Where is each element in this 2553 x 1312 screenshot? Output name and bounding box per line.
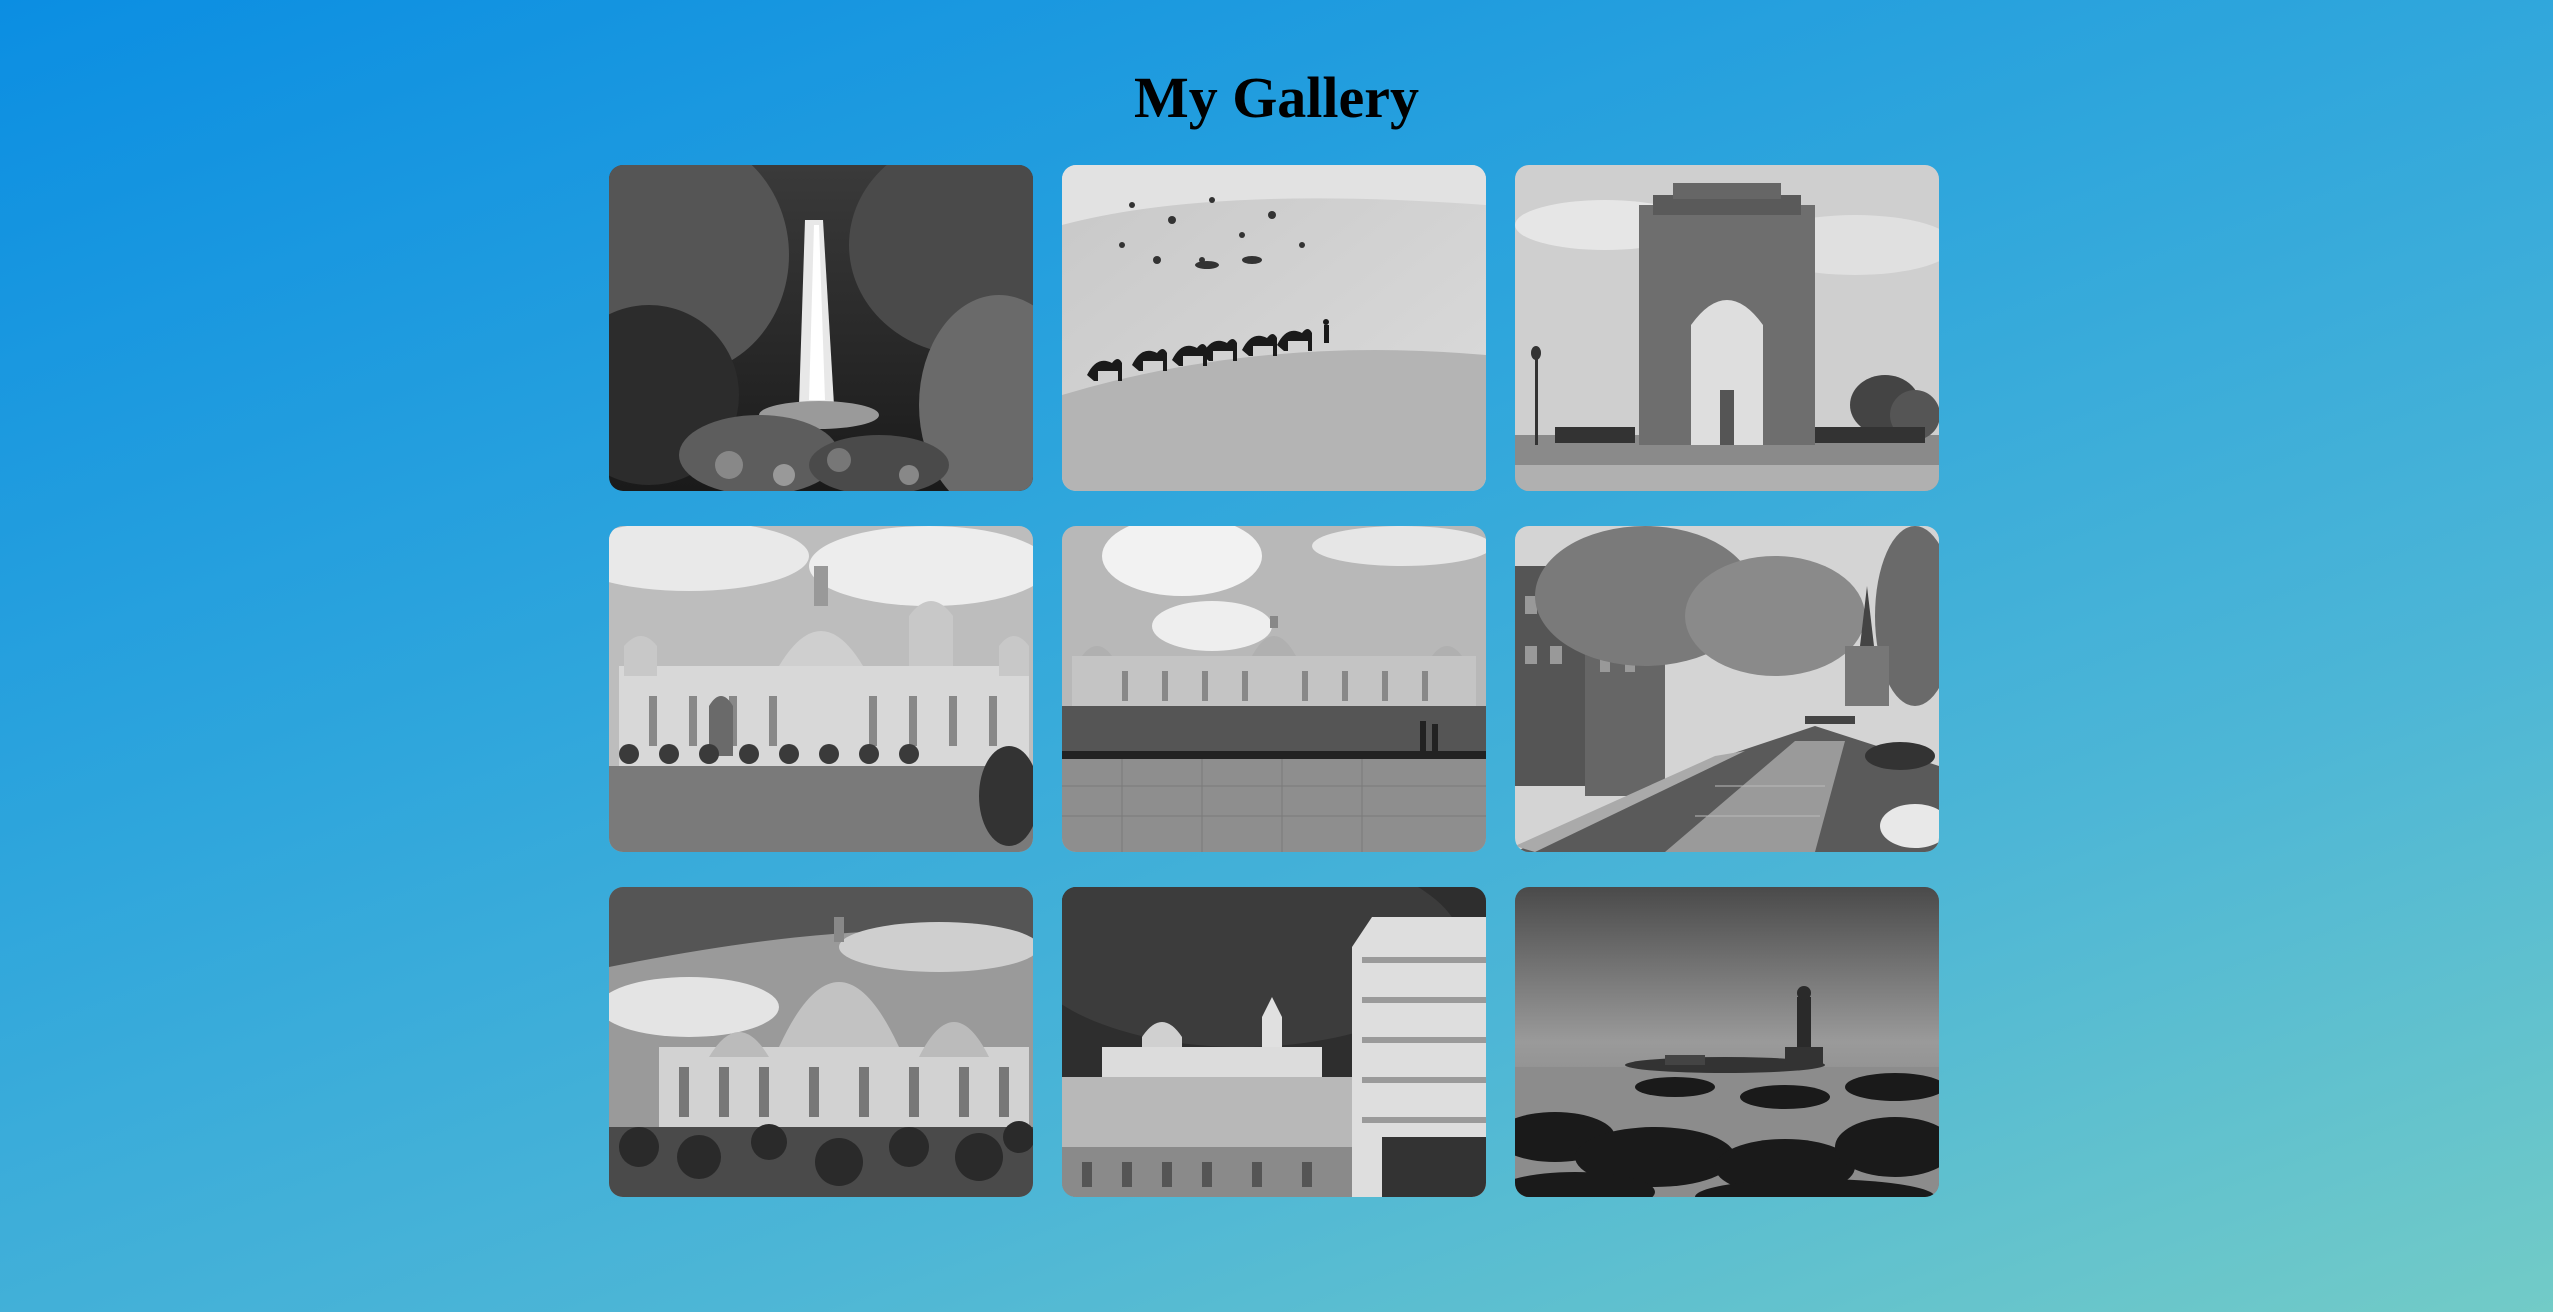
gallery-image-domed-palace[interactable]: [609, 887, 1033, 1197]
gallery-image-government-building[interactable]: [1062, 526, 1486, 852]
gallery-grid: [609, 165, 1940, 1197]
gallery-image-waterfall[interactable]: [609, 165, 1033, 491]
page-title: My Gallery: [1133, 65, 1420, 130]
gallery-image-desert[interactable]: [1062, 165, 1486, 491]
gallery-image-canal[interactable]: [1515, 526, 1939, 852]
gallery-image-monument-arch[interactable]: [1515, 165, 1939, 491]
gallery-image-temple[interactable]: [1062, 887, 1486, 1197]
gallery-image-seaside[interactable]: [1515, 887, 1939, 1197]
gallery-image-white-palace[interactable]: [609, 526, 1033, 852]
